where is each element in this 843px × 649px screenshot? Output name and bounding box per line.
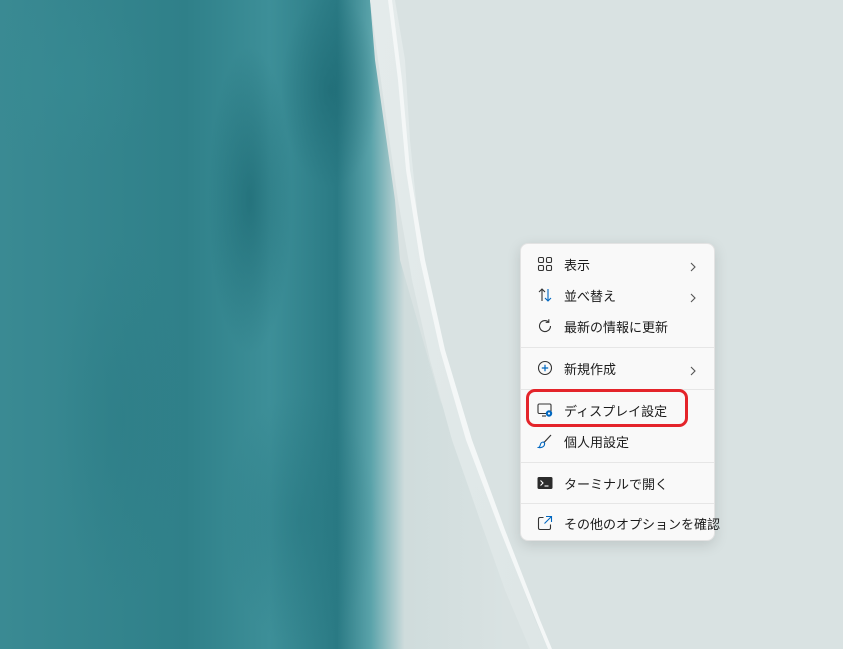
menu-item-label: 最新の情報に更新	[564, 320, 669, 336]
menu-item-label: 並べ替え	[564, 289, 617, 305]
display-settings-icon	[537, 402, 553, 418]
chevron-right-icon	[688, 362, 698, 376]
menu-item-label: ターミナルで開く	[564, 477, 669, 493]
menu-item-label: 表示	[564, 258, 591, 274]
terminal-icon	[537, 475, 553, 491]
menu-item-sort[interactable]: 並べ替え	[525, 280, 710, 310]
menu-item-display-settings[interactable]: ディスプレイ設定	[525, 395, 710, 425]
menu-item-open-terminal[interactable]: ターミナルで開く	[525, 468, 710, 498]
menu-separator	[521, 347, 714, 348]
desktop-context-menu: 表示 並べ替え 最新の情報に更新 新規作成 ディスプレイ設定 個人用設定 ターミ…	[520, 243, 720, 541]
refresh-icon	[537, 318, 553, 334]
external-link-icon	[537, 515, 553, 531]
menu-separator	[521, 389, 714, 390]
menu-item-personalize[interactable]: 個人用設定	[525, 426, 710, 456]
menu-separator	[521, 462, 714, 463]
sort-arrows-icon	[537, 287, 553, 303]
menu-item-show-more-options[interactable]: その他のオプションを確認	[525, 508, 720, 538]
menu-item-label: 新規作成	[564, 362, 617, 378]
menu-item-new[interactable]: 新規作成	[525, 353, 710, 383]
menu-item-label: 個人用設定	[564, 435, 630, 451]
menu-item-label: ディスプレイ設定	[564, 404, 668, 420]
menu-separator	[521, 503, 714, 504]
chevron-right-icon	[688, 258, 698, 272]
grid-view-icon	[537, 256, 553, 272]
menu-item-view[interactable]: 表示	[525, 249, 710, 279]
chevron-right-icon	[688, 289, 698, 303]
plus-circle-icon	[537, 360, 553, 376]
brush-icon	[536, 433, 553, 449]
menu-item-label: その他のオプションを確認	[564, 517, 721, 533]
menu-item-refresh[interactable]: 最新の情報に更新	[525, 311, 710, 341]
